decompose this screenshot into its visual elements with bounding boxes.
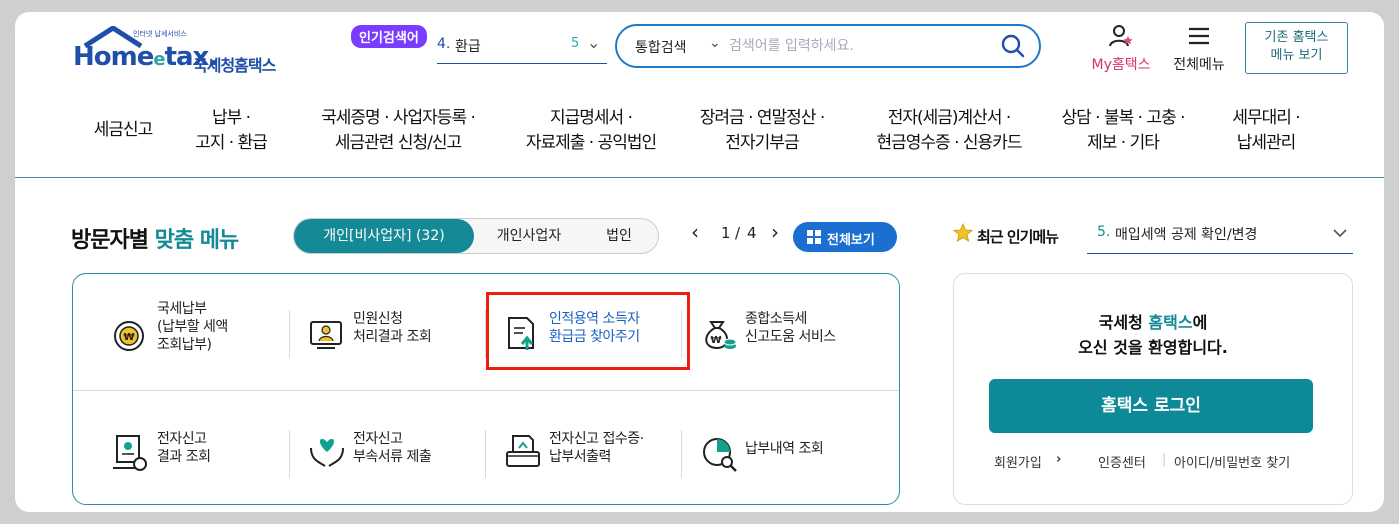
visitor-tabs: 개인[비사업자] (32) 개인사업자 법인 xyxy=(293,218,659,254)
tab-corporation[interactable]: 법인 xyxy=(586,219,652,253)
chevron-down-icon[interactable]: ⌄ xyxy=(709,35,721,51)
menu-item-efiling-result[interactable]: 전자신고 결과 조회 xyxy=(111,430,301,510)
recent-popular-label: 최근 인기메뉴 xyxy=(977,228,1059,246)
nav-item-incentives[interactable]: 장려금 · 연말정산 · 전자기부금 xyxy=(675,106,849,156)
monitor-user-icon xyxy=(310,321,342,349)
nav-item-statements[interactable]: 지급명세서 · 자료제출 · 공익법인 xyxy=(501,106,681,156)
signup-link[interactable]: 회원가입 xyxy=(994,452,1042,471)
menu-item-receipt-print[interactable]: 전자신고 접수증· 납부서출력 xyxy=(503,430,693,510)
my-hometax-button[interactable]: My홈택스 xyxy=(1083,24,1159,74)
tab-individual[interactable]: 개인[비사업자] (32) xyxy=(294,219,474,253)
grid-icon xyxy=(807,230,821,244)
find-account-link[interactable]: 아이디/비밀번호 찾기 xyxy=(1174,452,1290,471)
chevron-down-icon[interactable]: ⌄ xyxy=(587,33,600,52)
pie-search-icon xyxy=(703,438,737,472)
popular-term[interactable]: 환급 xyxy=(455,36,481,56)
popular-next-rank: 5 xyxy=(571,36,580,51)
row-divider xyxy=(73,390,899,391)
legacy-menu-button[interactable]: 기존 홈택스 메뉴 보기 xyxy=(1245,22,1348,74)
certificate-icon xyxy=(113,435,147,471)
nav-item-certificate[interactable]: 국세증명 · 사업자등록 · 세금관련 신청/신고 xyxy=(293,106,503,156)
all-menu-label: 전체메뉴 xyxy=(1173,57,1225,73)
main-nav: 세금신고 납부 · 고지 · 환급 국세증명 · 사업자등록 · 세금관련 신청/신… xyxy=(15,106,1384,178)
highlight-box xyxy=(486,292,690,370)
nav-item-invoices[interactable]: 전자(세금)계산서 · 현금영수증 · 신용카드 xyxy=(851,106,1047,156)
search-icon[interactable] xyxy=(1001,34,1025,58)
legacy-menu-line2: 메뉴 보기 xyxy=(1270,48,1323,63)
menu-item-attachment-submit[interactable]: 전자신고 부속서류 제출 xyxy=(307,430,497,510)
page-separator: / xyxy=(735,224,741,242)
page-total: 4 xyxy=(747,224,757,242)
menu-item-tax-payment[interactable]: ₩ 국세납부 (납부할 세액 조회납부) xyxy=(111,300,301,380)
recent-popular-select[interactable]: 5. 매입세액 공제 확인/변경 xyxy=(1087,222,1353,254)
printer-document-icon xyxy=(506,435,540,467)
chevron-down-icon xyxy=(1333,229,1347,238)
popular-search-ticker[interactable]: 4. 환급 5 ⌄ xyxy=(437,30,607,64)
search-bar: 통합검색 ⌄ xyxy=(615,24,1041,68)
svg-text:₩: ₩ xyxy=(710,335,721,346)
menu-item-payment-history[interactable]: 납부내역 조회 xyxy=(699,438,889,512)
nav-item-consulting[interactable]: 상담 · 불복 · 고충 · 제보 · 기타 xyxy=(1045,106,1201,156)
money-bag-icon: ₩ xyxy=(705,321,737,350)
chevron-left-icon[interactable]: ‹ xyxy=(691,220,699,244)
hamburger-icon xyxy=(1189,27,1209,45)
star-icon xyxy=(953,223,973,242)
svg-text:₩: ₩ xyxy=(123,332,134,343)
tab-sole-proprietor[interactable]: 개인사업자 xyxy=(484,219,574,253)
menu-item-income-tax-help[interactable]: ₩ 종합소득세 신고도움 서비스 xyxy=(699,310,889,390)
welcome-text: 국세청 홈택스에 오신 것을 환영합니다. xyxy=(1078,313,1228,357)
all-menu-button[interactable]: 전체메뉴 xyxy=(1167,24,1231,74)
login-button[interactable]: 홈택스 로그인 xyxy=(989,379,1313,433)
user-icon xyxy=(1109,25,1133,47)
legacy-menu-line1: 기존 홈택스 xyxy=(1264,30,1329,45)
divider: | xyxy=(1162,452,1167,467)
popular-search-badge: 인기검색어 xyxy=(351,25,427,48)
search-input[interactable] xyxy=(729,34,999,58)
menu-item-civil-result[interactable]: 민원신청 처리결과 조회 xyxy=(307,310,497,390)
popular-rank: 4. xyxy=(437,36,451,52)
my-hometax-label: My홈택스 xyxy=(1091,57,1151,73)
visitor-menu-title: 방문자별 맞춤 메뉴 xyxy=(71,228,239,253)
logo-tagline: 인터넷 납세서비스 xyxy=(133,30,187,38)
nav-item-tax-agent[interactable]: 세무대리 · 납세관리 xyxy=(1201,106,1331,156)
nav-item-tax-filing[interactable]: 세금신고 xyxy=(77,118,169,143)
chevron-right-icon[interactable]: › xyxy=(771,220,779,244)
page-frame: 인터넷 납세서비스 Homeetax. 국세청홈택스 인기검색어 4. 환급 5… xyxy=(15,12,1384,512)
login-card: 국세청 홈택스에 오신 것을 환영합니다. 홈택스 로그인 회원가입 › 인증센… xyxy=(953,273,1353,505)
coin-icon: ₩ xyxy=(114,321,144,351)
logo-korean-name: 국세청홈택스 xyxy=(193,56,276,75)
hands-heart-icon xyxy=(310,438,344,467)
search-scope-select[interactable]: 통합검색 xyxy=(635,37,687,57)
hometax-logo[interactable]: 인터넷 납세서비스 Homeetax. 국세청홈택스 xyxy=(73,26,293,75)
recent-popular-menu: 최근 인기메뉴 5. 매입세액 공제 확인/변경 xyxy=(953,222,1353,254)
see-all-button[interactable]: 전체보기 xyxy=(793,222,897,252)
nav-item-payment[interactable]: 납부 · 고지 · 환급 xyxy=(179,106,283,156)
cert-center-link[interactable]: 인증센터 xyxy=(1098,452,1146,471)
chevron-right-icon: › xyxy=(1056,452,1062,467)
page-current: 1 xyxy=(721,224,731,242)
